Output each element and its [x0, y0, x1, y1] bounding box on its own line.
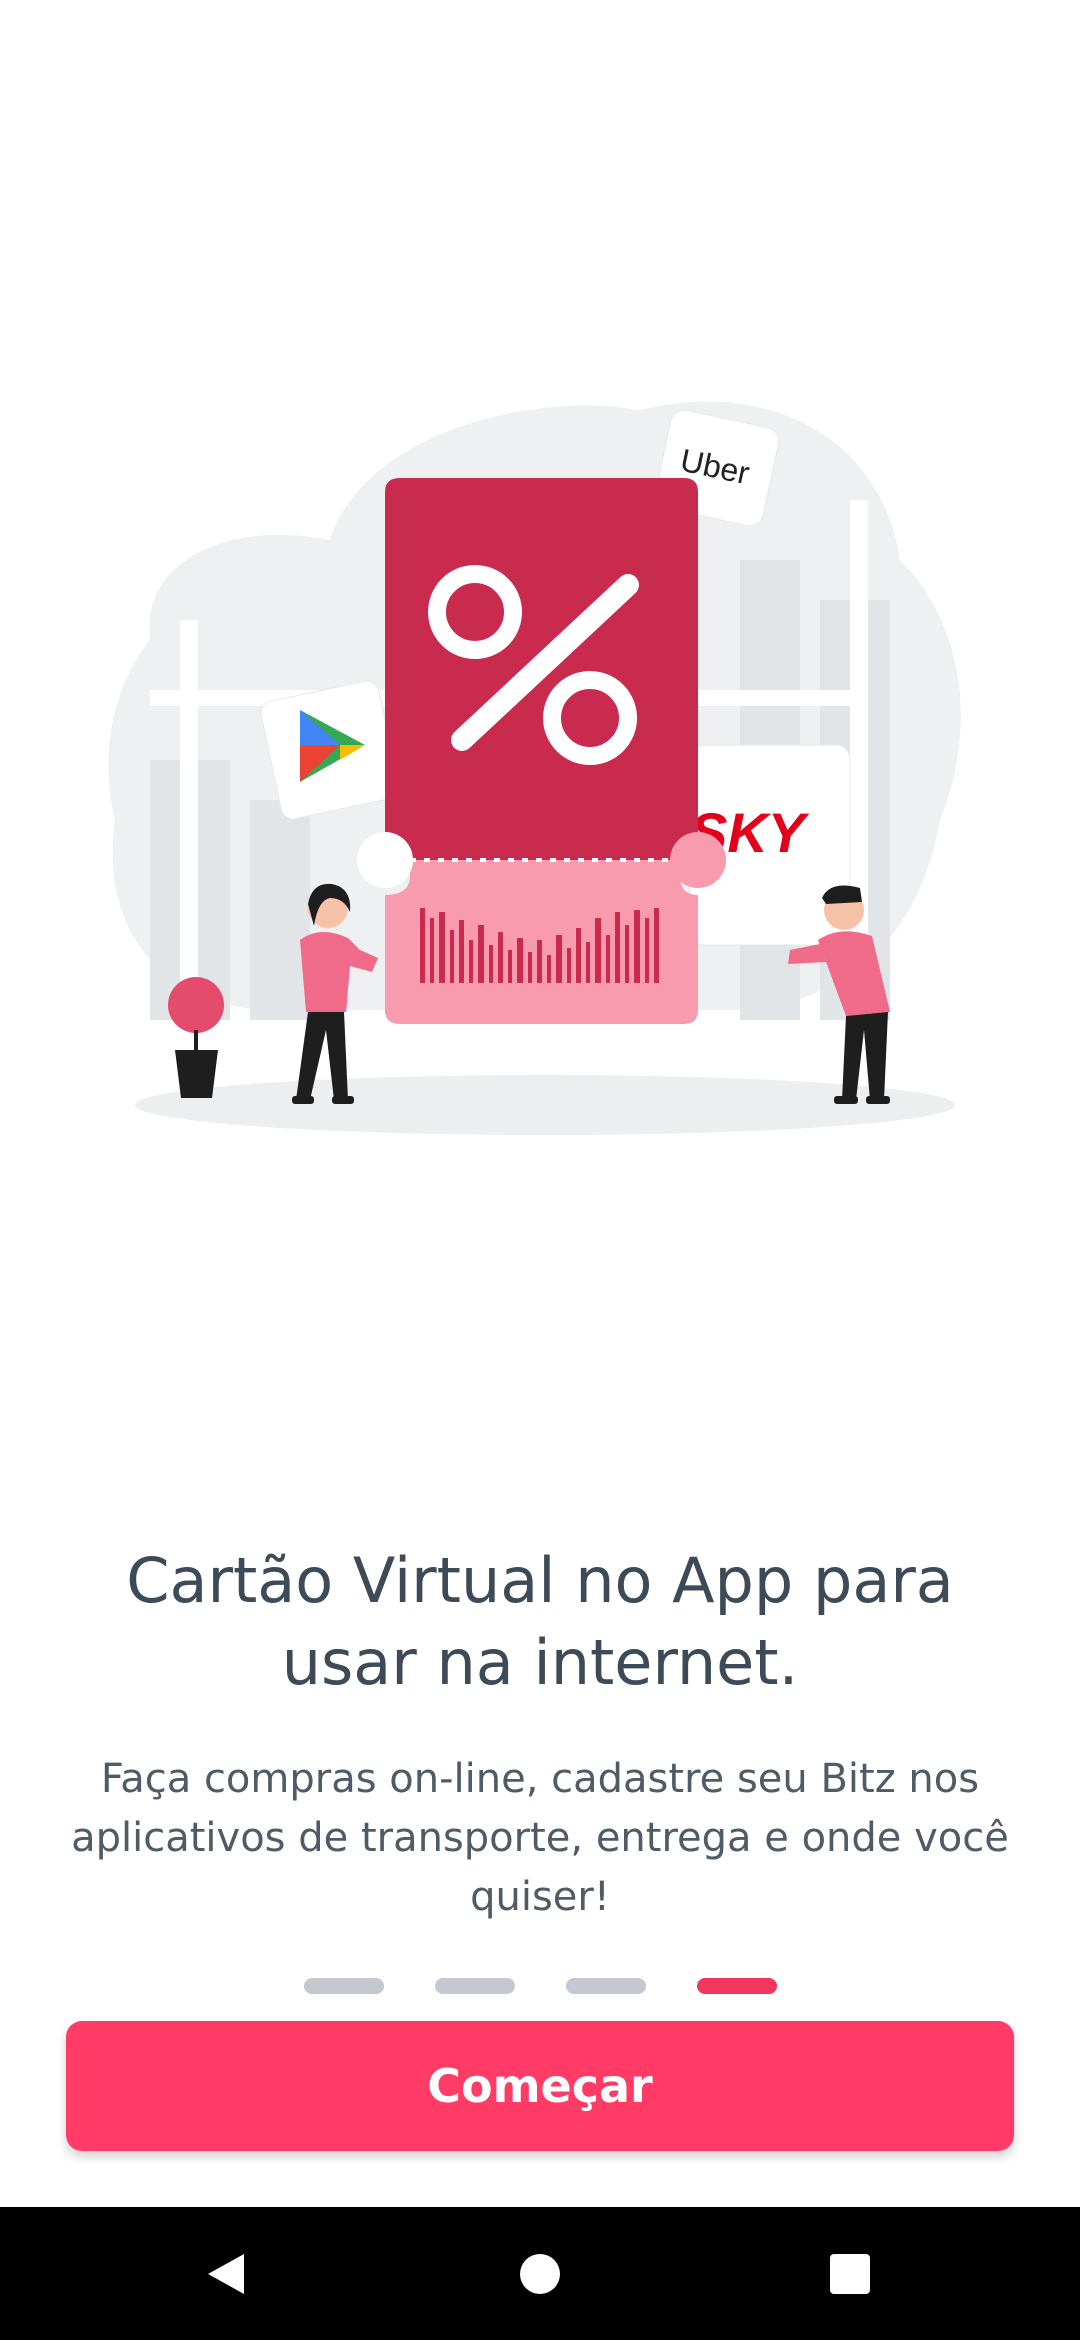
onboarding-screen: SKY Uber Cartão Virtual no App para usar… — [0, 0, 1080, 2340]
google-play-logo-card — [260, 680, 400, 820]
discount-ticket — [357, 478, 726, 1024]
page-indicator — [0, 1978, 1080, 1994]
onboarding-title: Cartão Virtual no App para usar na inter… — [126, 1544, 954, 1699]
onboarding-description: Faça compras on-line, cadastre seu Bitz … — [71, 1756, 1009, 1920]
page-indicator-dot-3 — [565, 1978, 646, 1994]
back-icon — [208, 2253, 244, 2294]
back-button[interactable] — [166, 2207, 286, 2340]
system-navigation-bar — [0, 2207, 1080, 2340]
recents-button[interactable] — [790, 2207, 910, 2340]
home-icon — [520, 2253, 560, 2294]
ground-shadow — [135, 1075, 955, 1135]
start-button[interactable]: Começar — [66, 2021, 1014, 2151]
virtual-card-illustration: SKY Uber — [108, 401, 961, 1135]
page-indicator-dot-2 — [434, 1978, 515, 1994]
page-indicator-dot-1 — [303, 1978, 384, 1994]
recents-icon — [830, 2253, 870, 2294]
plant — [168, 977, 224, 1098]
home-button[interactable] — [480, 2207, 600, 2340]
page-indicator-dot-4-active — [696, 1978, 777, 1994]
